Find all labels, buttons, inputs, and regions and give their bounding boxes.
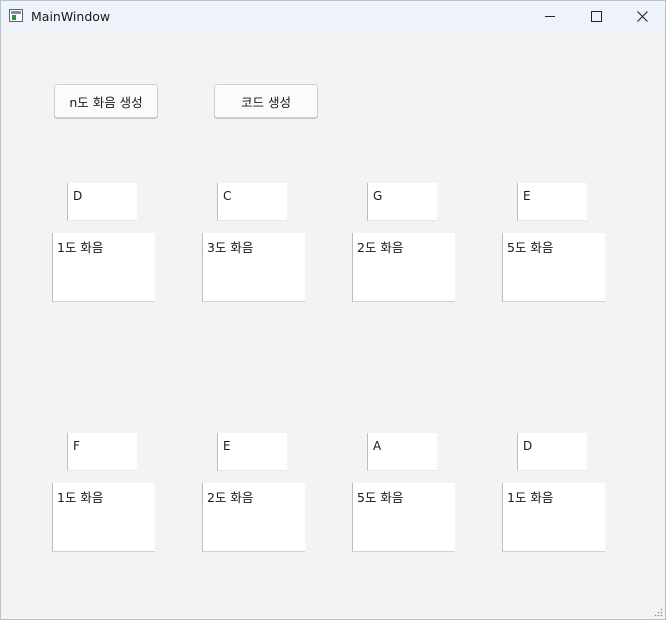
- note-field[interactable]: G: [367, 183, 437, 221]
- harmony-field[interactable]: 1도 화음: [502, 483, 605, 552]
- harmony-field[interactable]: 3도 화음: [202, 233, 305, 302]
- harmony-field[interactable]: 2도 화음: [352, 233, 455, 302]
- title-bar[interactable]: MainWindow: [1, 1, 665, 32]
- resize-grip-icon[interactable]: [653, 607, 663, 617]
- close-button[interactable]: [619, 1, 665, 32]
- window-title: MainWindow: [31, 9, 111, 24]
- harmony-field[interactable]: 2도 화음: [202, 483, 305, 552]
- note-field[interactable]: F: [67, 433, 137, 471]
- harmony-field[interactable]: 1도 화음: [52, 233, 155, 302]
- minimize-button[interactable]: [527, 1, 573, 32]
- maximize-button[interactable]: [573, 1, 619, 32]
- note-field[interactable]: A: [367, 433, 437, 471]
- harmony-field[interactable]: 5도 화음: [502, 233, 605, 302]
- close-icon: [636, 11, 648, 22]
- harmony-field[interactable]: 1도 화음: [52, 483, 155, 552]
- harmony-field[interactable]: 5도 화음: [352, 483, 455, 552]
- main-window: MainWindow n도 화음 생성 코드 생성 D C G E 1도 화음 …: [0, 0, 666, 620]
- note-field[interactable]: E: [517, 183, 587, 221]
- note-field[interactable]: E: [217, 433, 287, 471]
- note-field[interactable]: D: [67, 183, 137, 221]
- minimize-icon: [545, 16, 555, 17]
- note-field[interactable]: D: [517, 433, 587, 471]
- app-icon: [9, 9, 23, 22]
- generate-code-button[interactable]: 코드 생성: [214, 84, 318, 118]
- note-field[interactable]: C: [217, 183, 287, 221]
- maximize-icon: [590, 11, 602, 22]
- generate-nth-chord-button[interactable]: n도 화음 생성: [54, 84, 158, 118]
